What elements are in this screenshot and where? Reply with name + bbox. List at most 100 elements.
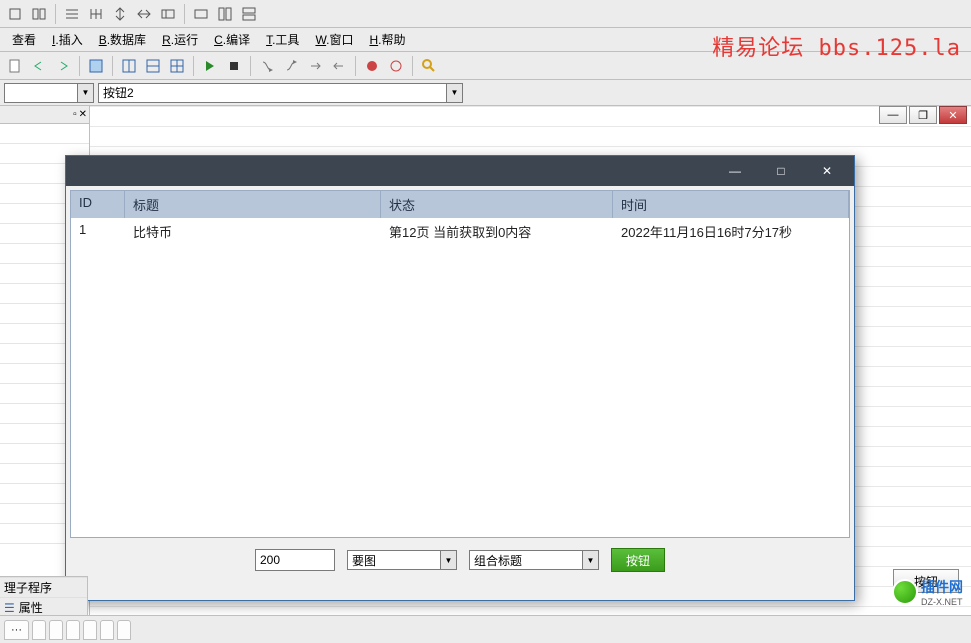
combo-action[interactable]: 要图 ▼ [347, 550, 457, 570]
step-icon-3[interactable] [304, 55, 326, 77]
statusbar: ··· [0, 615, 971, 643]
panel-row[interactable] [0, 124, 89, 144]
mdi-minimize-button[interactable]: — [879, 106, 907, 124]
tb-icon-1[interactable] [4, 3, 26, 25]
menu-insert[interactable]: I.插入 [44, 29, 91, 50]
toolbar-top-icons [0, 0, 971, 28]
plugin-brand: 插件网 [921, 577, 963, 597]
menu-run[interactable]: R.运行 [154, 29, 206, 50]
combo-group[interactable]: 组合标题 ▼ [469, 550, 599, 570]
run-button[interactable]: 按钮 [611, 548, 665, 572]
status-tab[interactable] [83, 620, 97, 640]
titlebar[interactable]: — □ ✕ [66, 156, 854, 186]
tb-icon-5[interactable] [109, 3, 131, 25]
toolbar-separator [412, 56, 413, 76]
watermark-text: 精易论坛 bbs.125.la [712, 30, 961, 62]
status-tab[interactable]: ··· [4, 620, 29, 640]
panel-close-icon[interactable]: ✕ [79, 109, 87, 120]
layout-icon-1[interactable] [118, 55, 140, 77]
watermark-plugin: 插件网 DZ-X.NET [892, 577, 963, 607]
tb-icon-7[interactable] [157, 3, 179, 25]
step-icon-2[interactable] [280, 55, 302, 77]
child-bottom-bar: 200 要图 ▼ 组合标题 ▼ 按钮 [66, 542, 854, 578]
step-icon-4[interactable] [328, 55, 350, 77]
stop-icon[interactable] [223, 55, 245, 77]
dropdown-arrow-icon[interactable]: ▼ [440, 551, 456, 569]
toolbar-separator [184, 4, 185, 24]
tb-icon-9[interactable] [214, 3, 236, 25]
menu-compile[interactable]: C.编译 [206, 29, 258, 50]
status-tab[interactable] [32, 620, 46, 640]
combo-group-value: 组合标题 [470, 552, 582, 569]
menu-help[interactable]: H.帮助 [361, 29, 413, 50]
tb-icon-10[interactable] [238, 3, 260, 25]
new-icon[interactable] [4, 55, 26, 77]
undo-icon[interactable] [28, 55, 50, 77]
bottom-left-panel: 理子程序 ☰ 属性 [0, 576, 88, 617]
tb-icon-4[interactable] [85, 3, 107, 25]
listview-header: ID 标题 状态 时间 [71, 191, 849, 218]
window-minimize-button[interactable]: — [716, 158, 754, 184]
combo-2[interactable]: 按钮2 ▼ [98, 83, 463, 103]
toolbar-separator [112, 56, 113, 76]
bottom-row-2-label: 属性 [19, 599, 43, 616]
bottom-row-2[interactable]: ☰ 属性 [0, 597, 87, 617]
table-row[interactable]: 1 比特币 第12页 当前获取到0内容 2022年11月16日16时7分17秒 [71, 218, 849, 246]
bp-icon-1[interactable] [361, 55, 383, 77]
bottom-row-1[interactable]: 理子程序 [0, 577, 87, 597]
header-status[interactable]: 状态 [381, 191, 613, 218]
status-tab[interactable] [117, 620, 131, 640]
combo-2-value: 按钮2 [99, 84, 446, 101]
menu-tool[interactable]: T.工具 [258, 29, 307, 50]
window-maximize-button[interactable]: □ [762, 158, 800, 184]
combo-row: ▼ 按钮2 ▼ [0, 80, 971, 106]
toolbar-separator [250, 56, 251, 76]
header-id[interactable]: ID [71, 191, 125, 218]
input-count[interactable]: 200 [255, 549, 335, 571]
layout-icon-2[interactable] [142, 55, 164, 77]
find-icon[interactable] [418, 55, 440, 77]
toolbar-separator [55, 4, 56, 24]
plugin-logo-icon [892, 579, 918, 605]
cell-time: 2022年11月16日16时7分17秒 [613, 218, 849, 245]
form-icon[interactable] [85, 55, 107, 77]
panel-header: ▫ ✕ [0, 106, 89, 124]
menu-view[interactable]: 查看 [4, 29, 44, 50]
status-tab[interactable] [49, 620, 63, 640]
cell-id: 1 [71, 218, 125, 245]
properties-icon: ☰ [4, 601, 15, 615]
header-title[interactable]: 标题 [125, 191, 381, 218]
toolbar-separator [193, 56, 194, 76]
child-window: — □ ✕ ID 标题 状态 时间 1 比特币 第12页 当前获取到0内容 20… [65, 155, 855, 601]
window-close-button[interactable]: ✕ [808, 158, 846, 184]
step-icon-1[interactable] [256, 55, 278, 77]
tb-icon-6[interactable] [133, 3, 155, 25]
listview[interactable]: ID 标题 状态 时间 1 比特币 第12页 当前获取到0内容 2022年11月… [70, 190, 850, 538]
dropdown-arrow-icon[interactable]: ▼ [582, 551, 598, 569]
input-count-value: 200 [260, 553, 280, 567]
dropdown-arrow-icon[interactable]: ▼ [77, 84, 93, 102]
play-icon[interactable] [199, 55, 221, 77]
layout-icon-3[interactable] [166, 55, 188, 77]
mdi-restore-button[interactable]: ❐ [909, 106, 937, 124]
menu-window[interactable]: W.窗口 [307, 29, 361, 50]
dropdown-arrow-icon[interactable]: ▼ [446, 84, 462, 102]
menu-database[interactable]: B.数据库 [91, 29, 154, 50]
combo-1[interactable]: ▼ [4, 83, 94, 103]
plugin-sub: DZ-X.NET [921, 597, 963, 607]
toolbar-separator [355, 56, 356, 76]
mdi-controls: — ❐ ✕ [879, 106, 967, 124]
bp-icon-2[interactable] [385, 55, 407, 77]
tb-icon-2[interactable] [28, 3, 50, 25]
cell-title: 比特币 [125, 218, 381, 245]
tb-icon-8[interactable] [190, 3, 212, 25]
status-tab[interactable] [66, 620, 80, 640]
panel-pin-icon[interactable]: ▫ [73, 109, 77, 120]
redo-icon[interactable] [52, 55, 74, 77]
combo-action-value: 要图 [348, 552, 440, 569]
header-time[interactable]: 时间 [613, 191, 849, 218]
listview-body: 1 比特币 第12页 当前获取到0内容 2022年11月16日16时7分17秒 [71, 218, 849, 537]
mdi-close-button[interactable]: ✕ [939, 106, 967, 124]
status-tab[interactable] [100, 620, 114, 640]
tb-icon-3[interactable] [61, 3, 83, 25]
